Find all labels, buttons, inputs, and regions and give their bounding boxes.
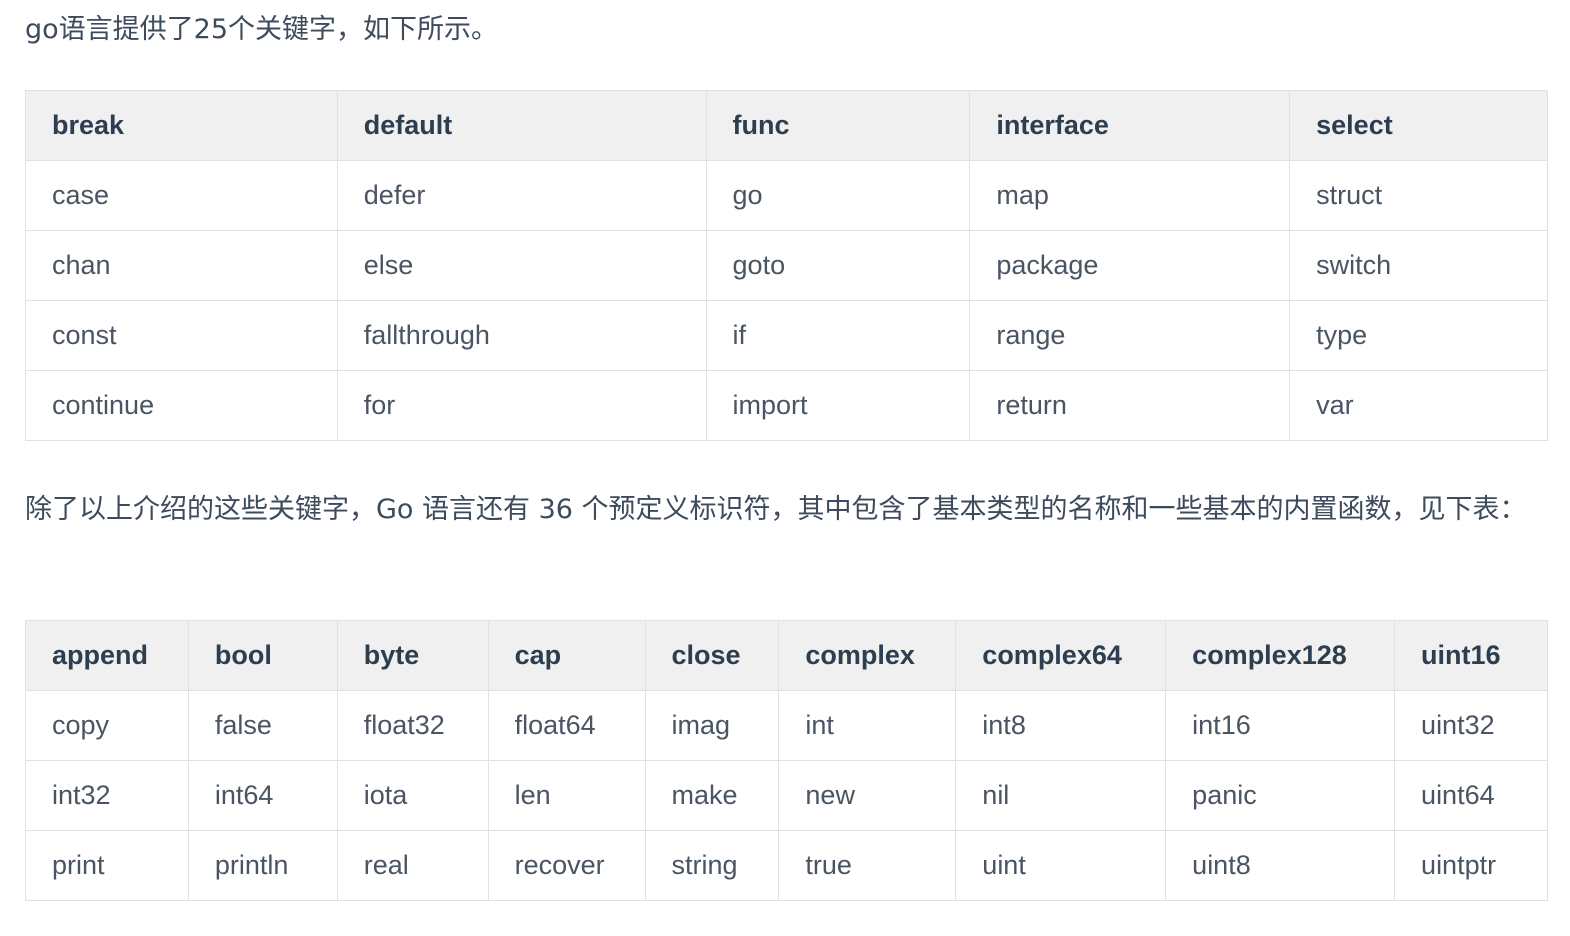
table-cell: case — [25, 160, 338, 231]
table-cell: make — [644, 760, 780, 831]
table-header-row: append bool byte cap close complex complex64 co… — [25, 620, 1548, 691]
table-cell: nil — [955, 760, 1167, 831]
intro-paragraph: go语言提供了25个关键字，如下所示。 — [25, 14, 499, 45]
table-header-cell: default — [336, 90, 707, 161]
table-cell: uintptr — [1394, 830, 1548, 901]
keywords-table: break default func interface select case defer… — [25, 90, 1548, 441]
table-cell: for — [336, 370, 707, 441]
table-cell: import — [705, 370, 971, 441]
table-header-cell: break — [25, 90, 338, 161]
table-cell: package — [969, 230, 1291, 301]
table-cell: return — [969, 370, 1291, 441]
table-row: copy false float32 float64 imag int int8 int16 u… — [25, 690, 1548, 761]
table-cell: print — [25, 830, 189, 901]
table-cell: const — [25, 300, 338, 371]
table-cell: var — [1289, 370, 1548, 441]
table-header-cell: append — [25, 620, 189, 691]
table-header-cell: func — [705, 90, 971, 161]
table-header-cell: complex128 — [1165, 620, 1396, 691]
table-row: case defer go map struct — [25, 160, 1548, 231]
table-cell: len — [487, 760, 646, 831]
table-row: continue for import return var — [25, 370, 1548, 441]
table-cell: uint32 — [1394, 690, 1548, 761]
table-cell: uint — [955, 830, 1167, 901]
table-header-cell: uint16 — [1394, 620, 1548, 691]
table-header-row: break default func interface select — [25, 90, 1548, 161]
table-cell: iota — [336, 760, 489, 831]
table-cell: false — [187, 690, 338, 761]
table-cell: panic — [1165, 760, 1396, 831]
table-cell: copy — [25, 690, 189, 761]
table-cell: switch — [1289, 230, 1548, 301]
table-cell: range — [969, 300, 1291, 371]
table-cell: true — [778, 830, 957, 901]
table-row: const fallthrough if range type — [25, 300, 1548, 371]
table-cell: goto — [705, 230, 971, 301]
table-row: print println real recover string true uint uin… — [25, 830, 1548, 901]
table-header-cell: complex64 — [955, 620, 1167, 691]
table-cell: go — [705, 160, 971, 231]
table-cell: int8 — [955, 690, 1167, 761]
table-row: chan else goto package switch — [25, 230, 1548, 301]
table-cell: float32 — [336, 690, 489, 761]
table-header-cell: bool — [187, 620, 338, 691]
table-cell: uint8 — [1165, 830, 1396, 901]
table-header-cell: byte — [336, 620, 489, 691]
predeclared-identifiers-table: append bool byte cap close complex complex64 co… — [25, 620, 1548, 901]
table-cell: real — [336, 830, 489, 901]
table-cell: else — [336, 230, 707, 301]
table-cell: new — [778, 760, 957, 831]
table-header-cell: close — [644, 620, 780, 691]
table-cell: float64 — [487, 690, 646, 761]
table-cell: chan — [25, 230, 338, 301]
table-header-cell: interface — [969, 90, 1291, 161]
table-row: int32 int64 iota len make new nil panic uint64 — [25, 760, 1548, 831]
table-cell: int64 — [187, 760, 338, 831]
table-cell: struct — [1289, 160, 1548, 231]
table-cell: string — [644, 830, 780, 901]
table-cell: int — [778, 690, 957, 761]
table-cell: uint64 — [1394, 760, 1548, 831]
table-header-cell: complex — [778, 620, 957, 691]
identifiers-paragraph: 除了以上介绍的这些关键字，Go 语言还有 36 个预定义标识符，其中包含了基本类… — [25, 494, 1527, 525]
table-header-cell: cap — [487, 620, 646, 691]
table-cell: if — [705, 300, 971, 371]
table-header-cell: select — [1289, 90, 1548, 161]
table-cell: int16 — [1165, 690, 1396, 761]
table-cell: imag — [644, 690, 780, 761]
table-cell: map — [969, 160, 1291, 231]
table-cell: fallthrough — [336, 300, 707, 371]
table-cell: println — [187, 830, 338, 901]
table-cell: type — [1289, 300, 1548, 371]
table-cell: continue — [25, 370, 338, 441]
table-cell: defer — [336, 160, 707, 231]
table-cell: int32 — [25, 760, 189, 831]
table-cell: recover — [487, 830, 646, 901]
